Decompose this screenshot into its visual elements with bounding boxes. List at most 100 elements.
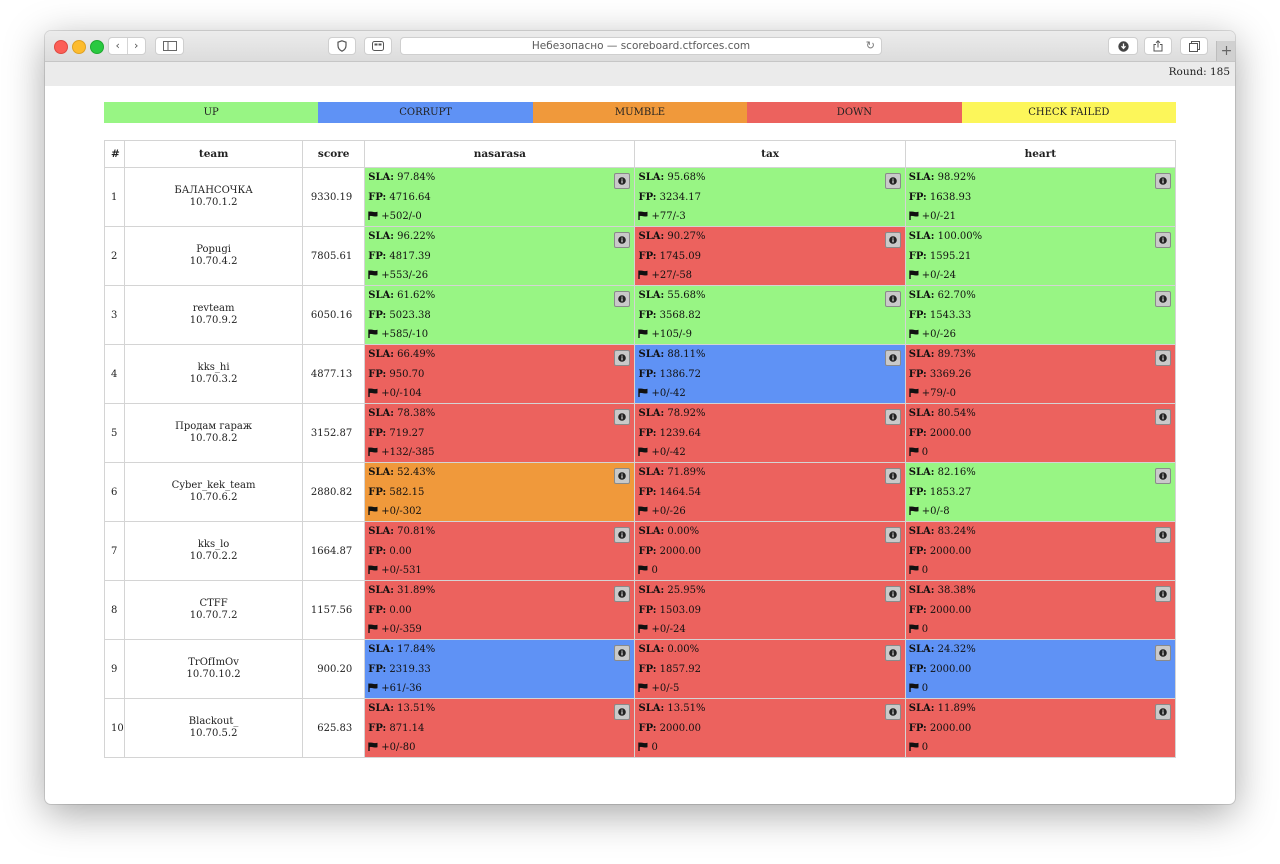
address-bar[interactable]: Небезопасно — scoreboard.ctforces.com ↻ [400, 37, 882, 55]
flag-icon [638, 447, 648, 459]
flags-line: +0/-8 [909, 506, 950, 518]
flags-value: +0/-531 [381, 565, 422, 576]
flag-icon [909, 742, 919, 754]
sla-line: SLA: 78.92% [638, 408, 705, 419]
sla-label: SLA: [908, 290, 935, 301]
service-cell-tax: SLA: 95.68% FP: 3234.17 +77/-3 [634, 167, 906, 227]
new-tab-button[interactable]: + [1216, 41, 1235, 61]
team-score: 1157.56 [302, 580, 366, 640]
sla-value: 13.51% [397, 703, 436, 714]
back-button[interactable]: ‹ [109, 38, 128, 54]
zoom-window-button[interactable] [90, 40, 104, 54]
fp-label: FP: [368, 605, 387, 616]
service-cell-tax: SLA: 90.27% FP: 1745.09 +27/-58 [634, 226, 906, 286]
service-cell-tax: SLA: 55.68% FP: 3568.82 +105/-9 [634, 285, 906, 345]
fp-value: 2319.33 [389, 664, 431, 675]
info-button[interactable] [1155, 704, 1171, 720]
team-ip: 10.70.10.2 [186, 669, 241, 680]
sla-label: SLA: [638, 172, 665, 183]
info-button[interactable] [614, 173, 631, 189]
info-button[interactable] [1155, 527, 1171, 543]
info-button[interactable] [884, 468, 901, 484]
close-window-button[interactable] [54, 40, 68, 54]
flag-icon [909, 565, 919, 577]
service-cell-nasarasa: SLA: 52.43% FP: 582.15 +0/-302 [364, 462, 636, 522]
team-name: Blackout_ [188, 716, 239, 727]
sidebar-toggle-button[interactable] [155, 37, 184, 55]
reload-icon[interactable]: ↻ [866, 38, 875, 54]
info-button[interactable] [1155, 173, 1171, 189]
sla-value: 55.68% [667, 290, 706, 301]
info-button[interactable] [614, 704, 631, 720]
info-button[interactable] [1155, 232, 1171, 248]
info-button[interactable] [884, 645, 901, 661]
team-ip: 10.70.7.2 [189, 610, 238, 621]
info-button[interactable] [884, 173, 901, 189]
fp-label: FP: [638, 546, 657, 557]
sla-label: SLA: [368, 526, 394, 537]
info-button[interactable] [614, 468, 631, 484]
forward-button[interactable]: › [128, 38, 146, 54]
info-button[interactable] [884, 232, 901, 248]
info-button[interactable] [614, 232, 631, 248]
team-name: БАЛАНСОЧКА [174, 185, 253, 196]
legend-up: UP [104, 102, 319, 123]
flag-icon [909, 447, 919, 459]
service-cell-nasarasa: SLA: 31.89% FP: 0.00 +0/-359 [364, 580, 636, 640]
service-status: SLA: 17.84% FP: 2319.33 +61/-36 [365, 640, 634, 698]
team-rank: 10 [103, 698, 126, 758]
info-button[interactable] [614, 527, 631, 543]
fp-label: FP: [908, 487, 927, 498]
info-button[interactable] [1155, 468, 1171, 484]
fp-line: FP: 2000.00 [909, 605, 972, 616]
header-service-tax: tax [634, 140, 906, 168]
info-button[interactable] [884, 409, 901, 425]
minimize-window-button[interactable] [72, 40, 86, 54]
flag-icon [638, 565, 648, 577]
fp-label: FP: [908, 605, 927, 616]
table-row: 8 CTFF 10.70.7.2 1157.56 SLA: 31.89% FP: 0.00… [103, 580, 1177, 640]
service-cell-tax: SLA: 78.92% FP: 1239.64 +0/-42 [634, 403, 906, 463]
info-icon [618, 413, 627, 421]
info-button[interactable] [614, 409, 631, 425]
tabs-overview-button[interactable] [1180, 37, 1208, 55]
info-button[interactable] [884, 350, 901, 366]
flags-value: 0 [921, 742, 929, 753]
flags-line: 0 [909, 683, 928, 695]
fp-label: FP: [368, 310, 387, 321]
privacy-shield-button[interactable] [328, 37, 356, 55]
info-button[interactable] [614, 645, 631, 661]
team-ip: 10.70.1.2 [189, 197, 238, 208]
flags-value: 0 [921, 624, 929, 635]
share-button[interactable] [1144, 37, 1172, 55]
fp-line: FP: 2000.00 [909, 664, 972, 675]
info-button[interactable] [614, 350, 631, 366]
sla-value: 0.00% [667, 526, 700, 537]
info-button[interactable] [1155, 291, 1171, 307]
service-cell-heart: SLA: 98.92% FP: 1638.93 +0/-21 [904, 167, 1177, 227]
flags-line: +0/-26 [638, 506, 686, 518]
flags-value: 0 [921, 447, 929, 458]
sla-line: SLA: 25.95% [638, 585, 705, 596]
info-button[interactable] [1155, 409, 1171, 425]
team-rank: 9 [103, 639, 126, 699]
fp-label: FP: [638, 605, 657, 616]
flag-icon [909, 329, 919, 341]
info-button[interactable] [884, 704, 901, 720]
info-button[interactable] [884, 527, 901, 543]
downloads-button[interactable] [1108, 37, 1138, 55]
service-cell-heart: SLA: 80.54% FP: 2000.00 0 [904, 403, 1177, 463]
info-button[interactable] [884, 291, 901, 307]
fp-value: 1543.33 [929, 310, 972, 321]
service-status: SLA: 100.00% FP: 1595.21 +0/-24 [906, 227, 1175, 285]
info-button[interactable] [614, 291, 631, 307]
info-button[interactable] [1155, 586, 1171, 602]
info-button[interactable] [1155, 350, 1171, 366]
info-button[interactable] [614, 586, 631, 602]
sla-value: 11.89% [937, 703, 976, 714]
info-button[interactable] [1155, 645, 1171, 661]
extension-button[interactable] [364, 37, 392, 55]
team-cell: Popugi 10.70.4.2 [124, 226, 304, 286]
flags-value: +0/-21 [921, 211, 956, 222]
info-button[interactable] [884, 586, 901, 602]
